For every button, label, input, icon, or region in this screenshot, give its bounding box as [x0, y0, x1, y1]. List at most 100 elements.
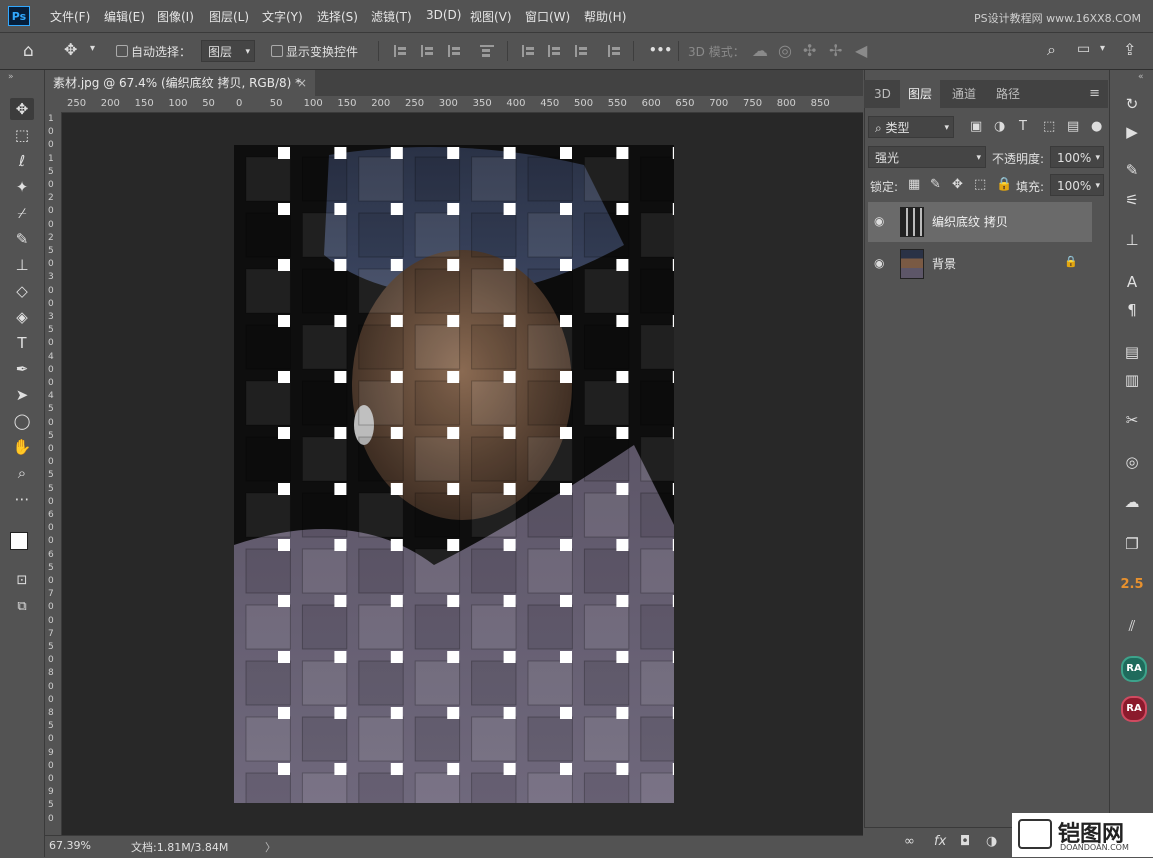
stamp-tool-icon[interactable]: ⊥ [10, 254, 34, 276]
status-menu-arrow[interactable]: 〉 [265, 839, 276, 855]
eye-icon[interactable]: ◉ [874, 256, 884, 270]
align-right-icon[interactable] [448, 45, 464, 57]
blend-mode-dropdown[interactable]: 强光 ▾ [868, 146, 986, 168]
marquee-tool-icon[interactable]: ⬚ [10, 124, 34, 146]
document-tab[interactable]: 素材.jpg @ 67.4% (编织底纹 拷贝, RGB/8) * × [45, 70, 315, 96]
chevron-down-icon[interactable]: ▾ [1100, 43, 1105, 54]
menu-3d[interactable]: 3D(D) [426, 8, 461, 22]
brush-tool-icon[interactable]: ✎ [10, 228, 34, 250]
3d-pan-icon[interactable]: ✣ [803, 41, 816, 60]
tool-presets-icon[interactable]: ✂ [1120, 408, 1144, 432]
fx-icon[interactable]: fx [934, 834, 946, 849]
share-icon[interactable]: ⇪ [1123, 40, 1136, 59]
3d-slide-icon[interactable]: ✢ [829, 41, 842, 60]
3d-orbit-icon[interactable]: ☁ [752, 41, 768, 60]
lock-transparent-icon[interactable]: ▦ [908, 177, 920, 192]
menu-edit[interactable]: 编辑(E) [104, 8, 145, 25]
opacity-input[interactable]: 100% ▾ [1050, 146, 1104, 168]
paint-bucket-icon[interactable]: ◈ [10, 306, 34, 328]
move-tool-icon[interactable]: ✥ [10, 98, 34, 120]
zoom-level[interactable]: 67.39% [49, 839, 91, 852]
align-center-icon[interactable] [421, 45, 437, 57]
align-bottom-icon[interactable] [575, 45, 591, 57]
layer-row[interactable]: ◉ 编织底纹 拷贝 [868, 202, 1092, 242]
more-options-button[interactable]: ••• [649, 43, 672, 57]
adjustments-icon[interactable]: ⚟ [1120, 188, 1144, 212]
lock-image-icon[interactable]: ✎ [930, 177, 941, 192]
fill-input[interactable]: 100% ▾ [1050, 174, 1104, 196]
layer-comps-icon[interactable]: ❐ [1120, 532, 1144, 556]
actions-icon[interactable]: ▶ [1120, 120, 1144, 144]
clone-source-icon[interactable]: ⊥ [1120, 228, 1144, 252]
lock-all-icon[interactable]: 🔒 [996, 177, 1012, 192]
filter-type-icon[interactable]: T [1019, 119, 1027, 134]
menu-help[interactable]: 帮助(H) [584, 8, 626, 25]
filter-pixel-icon[interactable]: ▣ [970, 119, 982, 134]
tab-channels[interactable]: 通道 [944, 80, 984, 108]
tab-3d[interactable]: 3D [866, 80, 899, 108]
filter-smart-object-icon[interactable]: ▤ [1067, 119, 1079, 134]
zoom-tool-icon[interactable]: ⌕ [10, 462, 34, 484]
filter-toggle-icon[interactable]: ● [1091, 119, 1102, 134]
menu-window[interactable]: 窗口(W) [525, 8, 570, 25]
hand-tool-icon[interactable]: ✋ [10, 436, 34, 458]
libraries-icon[interactable]: ☁ [1120, 490, 1144, 514]
properties-icon[interactable]: ▤ [1120, 340, 1144, 364]
menu-select[interactable]: 选择(S) [317, 8, 358, 25]
screen-mode-icon[interactable]: ⧉ [10, 596, 34, 618]
navigator-icon[interactable]: ◎ [1120, 450, 1144, 474]
notes-icon[interactable]: ▥ [1120, 368, 1144, 392]
chevron-down-icon[interactable]: ▾ [90, 43, 95, 54]
collapse-icon[interactable]: « [1138, 72, 1144, 82]
ellipse-tool-icon[interactable]: ◯ [10, 410, 34, 432]
plugin-ra-red-icon[interactable]: RA [1121, 696, 1147, 722]
menu-type[interactable]: 文字(Y) [262, 8, 303, 25]
add-mask-icon[interactable]: ◘ [960, 834, 970, 849]
eyedropper-icon[interactable]: ⌿ [10, 202, 34, 224]
auto-select-checkbox[interactable] [116, 45, 128, 57]
eye-icon[interactable]: ◉ [874, 214, 884, 228]
menu-file[interactable]: 文件(F) [50, 8, 90, 25]
align-top-icon[interactable] [522, 45, 538, 57]
filter-shape-icon[interactable]: ⬚ [1043, 119, 1055, 134]
tab-layers[interactable]: 图层 [900, 80, 941, 108]
workspace-icon[interactable]: ▭ [1077, 41, 1090, 57]
search-icon[interactable]: ⌕ [1047, 40, 1056, 60]
tab-paths[interactable]: 路径 [988, 80, 1028, 108]
layer-filter-dropdown[interactable]: ⌕ 类型 ▾ [868, 116, 954, 138]
menu-image[interactable]: 图像(I) [157, 8, 194, 25]
layer-row[interactable]: ◉ 背景 🔒 [868, 244, 1092, 284]
pen-tool-icon[interactable]: ✒ [10, 358, 34, 380]
collapse-icon[interactable]: » [8, 72, 14, 82]
lock-artboard-icon[interactable]: ⬚ [974, 177, 986, 192]
lock-position-icon[interactable]: ✥ [952, 177, 963, 192]
type-tool-icon[interactable]: T [10, 332, 34, 354]
paragraph-icon[interactable]: ¶ [1120, 298, 1144, 322]
filter-adjustment-icon[interactable]: ◑ [994, 119, 1005, 134]
magic-wand-icon[interactable]: ✦ [10, 176, 34, 198]
brush-settings-icon[interactable]: ✎ [1120, 158, 1144, 182]
plugin-number-badge[interactable]: 2.5 [1120, 573, 1144, 597]
adjustment-layer-icon[interactable]: ◑ [986, 834, 997, 849]
menu-layer[interactable]: 图层(L) [209, 8, 249, 25]
close-icon[interactable]: × [297, 70, 307, 96]
character-icon[interactable]: A [1120, 270, 1144, 294]
3d-scale-icon[interactable]: ◀ [855, 41, 867, 60]
plugin-stripes-icon[interactable]: ⫽ [1120, 614, 1144, 638]
lasso-tool-icon[interactable]: ℓ [10, 150, 34, 172]
plugin-ra-teal-icon[interactable]: RA [1121, 656, 1147, 682]
auto-select-dropdown[interactable]: 图层 ▾ [201, 40, 255, 62]
distribute-vertical-icon[interactable] [608, 45, 624, 57]
quick-mask-icon[interactable]: ⊡ [10, 570, 34, 592]
link-layers-icon[interactable]: ∞ [904, 834, 915, 849]
home-icon[interactable]: ⌂ [23, 41, 34, 61]
menu-filter[interactable]: 滤镜(T) [371, 8, 412, 25]
3d-roll-icon[interactable]: ◎ [778, 41, 792, 60]
show-transform-checkbox[interactable] [271, 45, 283, 57]
more-tools-icon[interactable]: ⋯ [10, 488, 34, 510]
align-left-icon[interactable] [394, 45, 410, 57]
path-select-icon[interactable]: ➤ [10, 384, 34, 406]
panel-menu-icon[interactable]: ≡ [1089, 86, 1100, 101]
move-tool-icon[interactable]: ✥ [64, 40, 77, 59]
eraser-tool-icon[interactable]: ◇ [10, 280, 34, 302]
